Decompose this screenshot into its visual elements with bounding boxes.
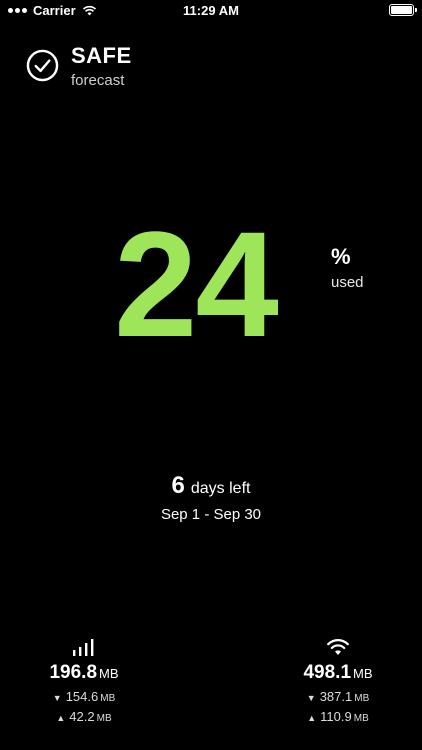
forecast-status-title: SAFE (71, 43, 132, 68)
usage-label: used (331, 274, 364, 291)
wifi-upload-unit: MB (353, 713, 369, 724)
cellular-total-unit: MB (99, 666, 119, 681)
check-circle-icon (26, 49, 59, 82)
wifi-total-unit: MB (353, 666, 373, 681)
usage-percent-value: 24 (114, 200, 279, 368)
wifi-usage-stat: 498.1 MB ▼ 387.1 MB ▲ 110.9 MB (268, 634, 408, 727)
days-left-count: 6 (171, 472, 185, 499)
cellular-download: ▼ 154.6 MB (14, 689, 154, 707)
cellular-upload-value: 42.2 (69, 709, 95, 724)
download-arrow-icon: ▼ (52, 693, 62, 703)
days-left-line: 6 days left (0, 472, 422, 500)
wifi-total-value: 498.1 (303, 662, 352, 683)
cellular-upload-unit: MB (96, 713, 112, 724)
forecast-header: SAFE forecast (26, 44, 132, 89)
forecast-status-subtitle: forecast (71, 72, 125, 89)
status-time: 11:29 AM (183, 3, 239, 18)
cellular-download-unit: MB (100, 693, 116, 704)
upload-arrow-icon: ▲ (307, 713, 317, 723)
upload-arrow-icon: ▲ (56, 713, 66, 723)
cellular-total: 196.8 MB (14, 662, 154, 684)
usage-percent-unit: % (331, 244, 351, 269)
cellular-download-value: 154.6 (65, 689, 99, 704)
wifi-upload: ▲ 110.9 MB (268, 709, 408, 727)
header-text: SAFE forecast (71, 43, 132, 90)
data-usage-screen: Carrier 11:29 AM SAFE forecast 24 % used… (0, 0, 422, 750)
cellular-signal-icon (73, 639, 94, 656)
wifi-download: ▼ 387.1 MB (268, 689, 408, 707)
cellular-usage-stat: 196.8 MB ▼ 154.6 MB ▲ 42.2 MB (14, 634, 154, 727)
days-left-label: days left (190, 480, 251, 497)
wifi-upload-value: 110.9 (320, 709, 352, 724)
status-bar: Carrier 11:29 AM (0, 0, 422, 22)
usage-display: 24 % used (0, 200, 422, 368)
billing-period: 6 days left Sep 1 - Sep 30 (0, 472, 422, 523)
wifi-icon (327, 639, 349, 655)
wifi-download-value: 387.1 (319, 689, 353, 704)
wifi-total: 498.1 MB (268, 662, 408, 684)
wifi-download-unit: MB (354, 693, 370, 704)
billing-date-range: Sep 1 - Sep 30 (160, 506, 262, 523)
cellular-upload: ▲ 42.2 MB (14, 709, 154, 727)
download-arrow-icon: ▼ (306, 693, 316, 703)
battery-icon (389, 4, 417, 16)
cellular-total-value: 196.8 (49, 662, 98, 683)
